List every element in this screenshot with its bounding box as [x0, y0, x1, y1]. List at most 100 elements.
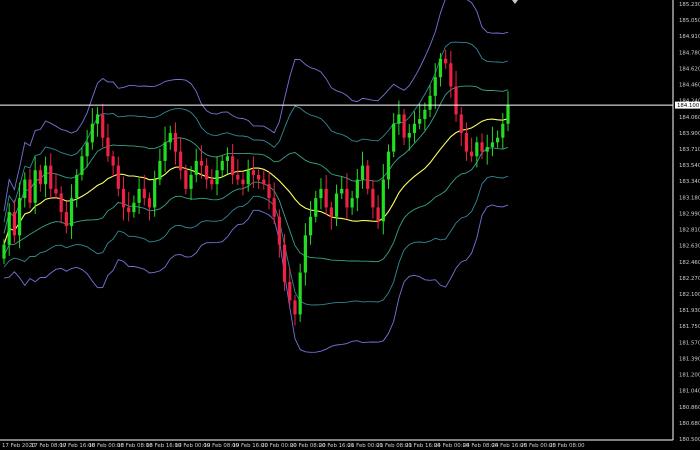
candle-body	[199, 160, 204, 166]
candle	[59, 186, 63, 224]
bid-price-label: 184.100	[677, 103, 700, 109]
candle-body	[189, 174, 193, 189]
candle-body	[428, 95, 432, 110]
chart-window[interactable]: 185.230 185.050 184.910 184.780 184.620 184.4…	[0, 0, 700, 450]
candle-body	[496, 137, 500, 143]
candle	[210, 168, 214, 190]
candle	[464, 122, 469, 161]
candle	[147, 192, 152, 221]
candle	[168, 125, 172, 150]
candle-body	[444, 58, 448, 64]
candle	[418, 103, 422, 130]
candle-body	[101, 114, 105, 138]
candle-body	[49, 165, 53, 189]
candle-body	[121, 188, 126, 208]
price-tick-label: 180.500	[679, 437, 700, 443]
candle-body	[132, 202, 136, 213]
candle-body	[111, 156, 115, 166]
candle	[298, 263, 302, 322]
candle	[173, 122, 178, 165]
candle	[402, 108, 406, 146]
candle	[454, 70, 458, 122]
candle-body	[163, 142, 167, 161]
bollinger-bands	[3, 0, 509, 353]
candle-body	[85, 142, 89, 157]
candle-body	[392, 123, 396, 152]
price-tick-label: 182.810	[679, 228, 700, 234]
candle-body	[308, 216, 313, 236]
candle-body	[220, 160, 224, 171]
candle	[272, 182, 276, 225]
price-tick-label: 182.100	[679, 292, 700, 298]
candle-body	[184, 170, 188, 189]
candle	[95, 107, 100, 137]
candle-body	[293, 300, 297, 315]
candle	[376, 195, 380, 229]
candle-body	[241, 179, 245, 185]
candle-body	[210, 179, 214, 185]
candle-body	[475, 142, 479, 157]
candle-body	[12, 212, 16, 236]
candle-body	[418, 119, 422, 124]
price-chart[interactable]: 185.230 185.050 184.910 184.780 184.620 184.4…	[0, 0, 700, 450]
middle-band	[3, 118, 509, 245]
candles	[2, 49, 510, 326]
candle-body	[282, 244, 287, 282]
candle-body	[506, 105, 510, 124]
upper-band-2	[3, 41, 509, 223]
price-tick-label: 183.340	[679, 179, 700, 185]
price-tick-label: 183.540	[679, 163, 700, 169]
candle-body	[288, 281, 292, 301]
candle	[496, 130, 500, 148]
candle-body	[319, 188, 323, 199]
candle-body	[402, 114, 406, 138]
candle-body	[64, 212, 68, 227]
candle	[267, 171, 271, 210]
candle	[215, 156, 219, 196]
candle-body	[38, 170, 42, 185]
price-tick-label: 184.060	[679, 115, 700, 121]
price-tick-label: 182.630	[679, 244, 700, 250]
candle-body	[298, 272, 302, 315]
candle-body	[272, 198, 276, 217]
candle-body	[277, 216, 281, 245]
price-tick-label: 185.050	[679, 18, 700, 24]
candle	[231, 144, 235, 185]
candle	[444, 49, 448, 69]
candle-body	[43, 165, 48, 185]
candle-body	[397, 114, 401, 124]
candle	[64, 201, 68, 234]
candle-body	[153, 179, 157, 208]
candle-body	[360, 165, 365, 180]
candle-body	[345, 188, 349, 208]
candle	[43, 156, 48, 198]
candle-body	[23, 179, 27, 199]
candle-body	[454, 86, 458, 115]
candle-body	[246, 170, 250, 185]
candle-body	[59, 193, 63, 213]
candle	[470, 137, 474, 162]
price-tick-label: 184.620	[679, 66, 700, 72]
candle	[28, 168, 32, 209]
price-tick-label: 184.460	[679, 83, 700, 89]
candle-body	[470, 151, 474, 157]
candle	[350, 190, 354, 215]
candle	[381, 163, 385, 235]
candle-body	[127, 207, 131, 213]
candle-body	[350, 198, 354, 208]
price-tick-label: 182.460	[679, 260, 700, 266]
candle-body	[490, 142, 495, 147]
candle-body	[251, 170, 256, 175]
candle	[360, 151, 365, 189]
candle	[49, 153, 53, 199]
candle	[485, 134, 489, 165]
price-tick-label: 184.910	[679, 34, 700, 40]
candle-body	[329, 207, 333, 217]
shift-marker-icon[interactable]	[512, 0, 518, 4]
candle-body	[433, 77, 437, 96]
candle-body	[407, 133, 411, 138]
candle	[54, 173, 58, 200]
candle-body	[485, 146, 489, 152]
candle-body	[168, 133, 172, 143]
candle-body	[54, 188, 58, 194]
